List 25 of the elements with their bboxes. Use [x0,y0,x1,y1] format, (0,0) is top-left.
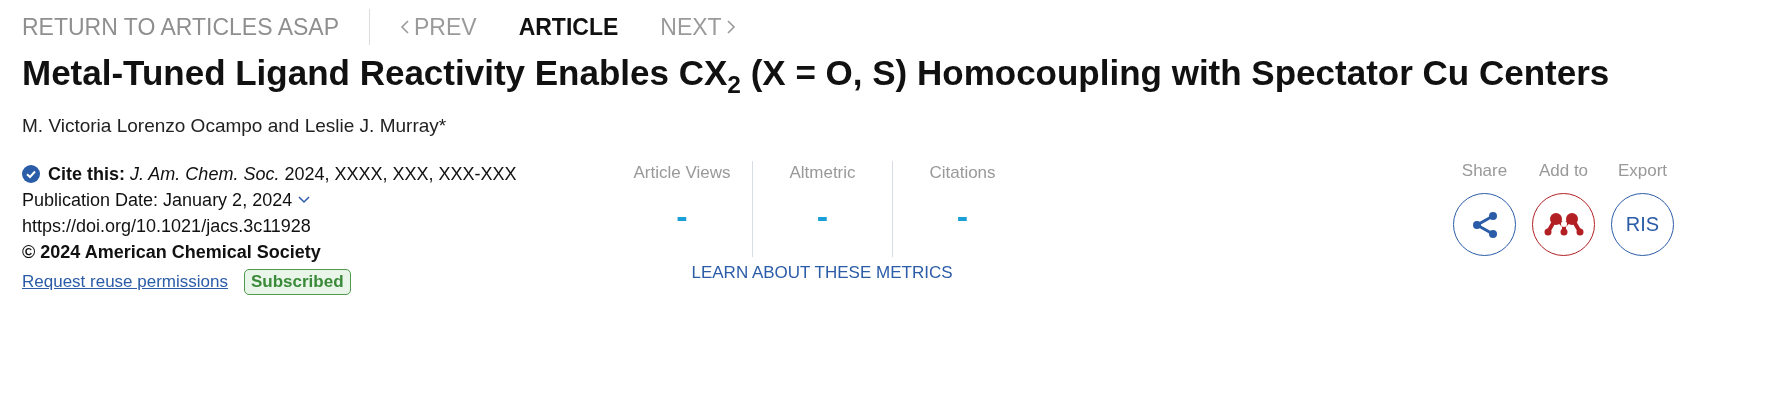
check-badge-icon [22,165,40,183]
reuse-link[interactable]: Request reuse permissions [22,269,228,295]
metric-label: Citations [929,163,996,183]
action-label: Share [1461,161,1508,181]
metric-value: - [956,197,969,236]
export-button[interactable]: RIS [1611,193,1674,256]
metric-label: Article Views [633,163,731,183]
article-title: Metal-Tuned Ligand Reactivity Enables CX$_{2}$ (X = O, S) Homocoupling with Spectator Cu Centers [22,52,1611,93]
authors: M. Victoria Lorenzo Ocampo and Leslie J. Murray* [22,115,448,137]
action-label: Add to [1538,161,1589,181]
metrics-link[interactable]: LEARN ABOUT THESE METRICS [691,263,953,283]
copyright: © 2024 American Chemical Society [22,241,321,264]
chevron-right-icon [725,19,736,35]
citation: Cite this: J. Am. Chem. Soc. 2024, XXXX, XXX, XXX-XXX [48,163,517,186]
dots-network-icon [1543,211,1584,238]
metric-value: - [816,197,829,236]
nav-link[interactable]: ARTICLE [518,13,619,41]
action-label: Export [1617,161,1668,181]
doi: https://doi.org/10.1021/jacs.3c11928 [22,215,311,238]
metric-value: - [676,197,688,236]
publication-date: Publication Date: January 2, 2024 [22,189,293,212]
chevron-left-icon [400,19,410,35]
chevron-down-icon[interactable] [298,196,311,204]
metric-label: Altmetric [789,163,856,183]
subscribed-badge: Subscribed [244,269,351,295]
